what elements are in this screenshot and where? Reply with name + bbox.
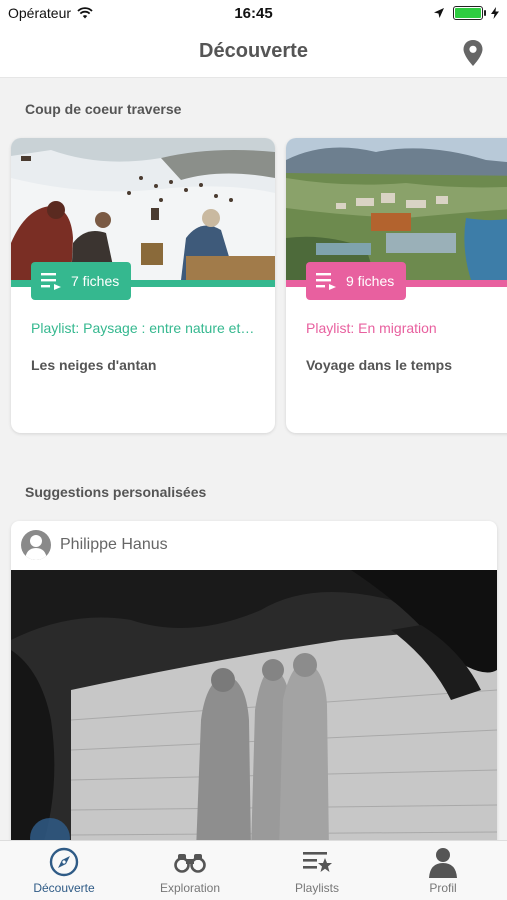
charging-bolt-icon <box>491 7 499 19</box>
fiches-count-label: 7 fiches <box>71 273 120 289</box>
card-title: Voyage dans le temps <box>306 357 453 373</box>
clock: 16:45 <box>234 5 273 22</box>
avatar <box>21 530 51 560</box>
card-image-winter-painting <box>11 138 275 280</box>
card-image-aerial-town <box>286 138 507 280</box>
person-icon <box>25 535 47 560</box>
page-title: Découverte <box>199 40 308 62</box>
binoculars-icon <box>174 854 206 873</box>
card-playlist-link[interactable]: Playlist: Paysage : entre nature et… <box>31 320 266 336</box>
suggestion-image-reformation-wall <box>11 570 497 851</box>
suggestion-card[interactable]: Philippe Hanus <box>11 521 497 851</box>
tab-bar: Découverte Exploration Playlists Profil <box>0 840 507 900</box>
fiches-count-badge: 7 fiches <box>31 262 132 300</box>
tab-profil[interactable]: Profil <box>380 841 506 900</box>
tab-playlists[interactable]: Playlists <box>254 841 380 900</box>
fiches-count-label: 9 fiches <box>346 273 395 289</box>
navigation-bar: Découverte <box>0 28 507 78</box>
tab-label: Découverte <box>33 881 95 895</box>
location-arrow-icon <box>434 8 444 18</box>
tab-label: Profil <box>429 881 457 895</box>
suggestion-card-header: Philippe Hanus <box>11 521 497 570</box>
battery-icon <box>453 6 486 20</box>
tab-decouverte[interactable]: Découverte <box>1 841 127 900</box>
featured-card-2[interactable]: 9 fiches Playlist: En migration Voyage d… <box>286 138 507 433</box>
suggestion-author[interactable]: Philippe Hanus <box>60 536 168 554</box>
fiches-count-badge: 9 fiches <box>306 262 407 300</box>
featured-card-1[interactable]: 7 fiches Playlist: Paysage : entre natur… <box>11 138 275 433</box>
playlist-star-icon <box>303 852 332 872</box>
tab-exploration[interactable]: Exploration <box>127 841 253 900</box>
map-pin-icon <box>463 40 483 66</box>
status-right <box>433 6 499 20</box>
tab-label: Playlists <box>294 881 339 895</box>
card-title: Les neiges d'antan <box>31 357 157 373</box>
status-bar: Opérateur 16:45 <box>0 0 507 28</box>
card-playlist-link[interactable]: Playlist: En migration <box>306 320 507 336</box>
tab-label: Exploration <box>159 881 221 895</box>
playlist-icon <box>316 273 336 290</box>
person-icon <box>429 848 457 878</box>
playlist-icon <box>41 273 61 290</box>
suggestions-section-title: Suggestions personalisées <box>25 484 207 500</box>
map-pin-button[interactable] <box>463 40 483 71</box>
compass-icon <box>49 847 79 877</box>
featured-section-title: Coup de coeur traverse <box>25 101 182 117</box>
